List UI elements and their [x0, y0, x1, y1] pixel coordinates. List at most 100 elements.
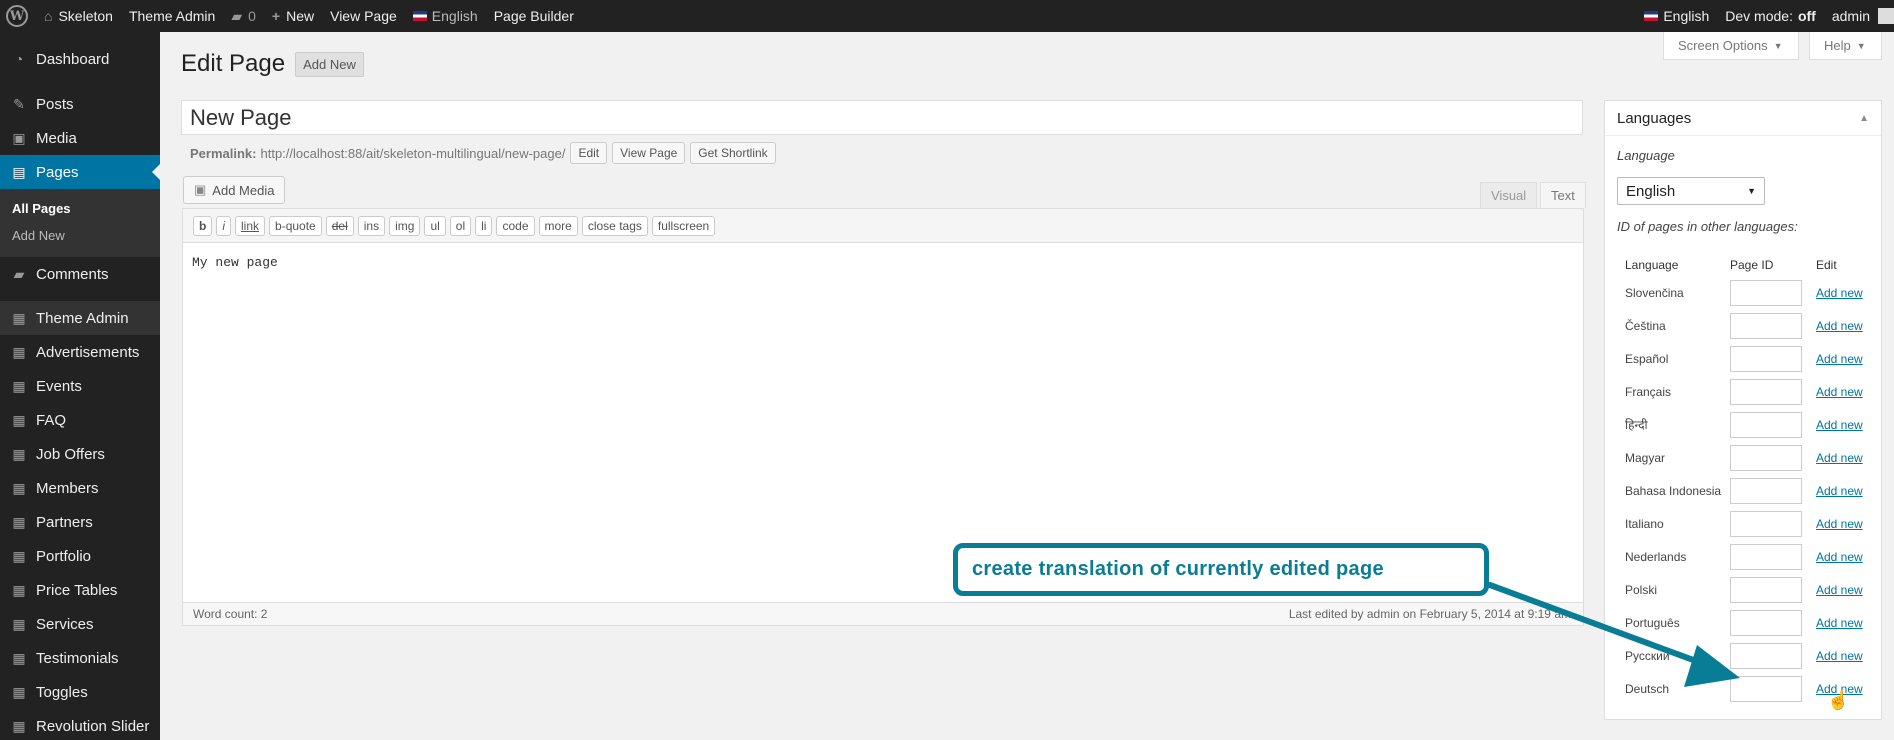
qt-ol-button[interactable]: ol	[449, 215, 472, 236]
wordpress-icon: W	[6, 5, 28, 27]
sidebar-item-posts[interactable]: ✎ Posts	[0, 87, 160, 121]
page-id-input[interactable]	[1730, 675, 1802, 702]
sidebar-item-price-tables[interactable]: ▦ Price Tables	[0, 573, 160, 607]
page-id-input[interactable]	[1730, 411, 1802, 438]
add-new-translation-link[interactable]: Add new	[1816, 583, 1863, 597]
languages-metabox-header[interactable]: Languages ▲	[1605, 101, 1881, 136]
add-new-translation-link[interactable]: Add new	[1816, 451, 1863, 465]
add-new-translation-link[interactable]: Add new	[1816, 550, 1863, 564]
add-media-label: Add Media	[212, 182, 275, 198]
page-id-input[interactable]	[1730, 477, 1802, 504]
add-new-translation-link[interactable]: Add new	[1816, 649, 1863, 663]
title-input[interactable]: New Page	[181, 100, 1583, 135]
language-label: Language	[1617, 148, 1675, 163]
sidebar-item-advertisements[interactable]: ▦ Advertisements	[0, 335, 160, 369]
job-offers-icon: ▦	[12, 445, 26, 462]
site-name-link[interactable]: ⌂ Skeleton	[36, 0, 121, 32]
row-page-id-cell	[1730, 606, 1816, 639]
help-button[interactable]: Help ▼	[1809, 32, 1882, 60]
table-row: Nederlands Add new	[1625, 540, 1871, 573]
screen-options-button[interactable]: Screen Options ▼	[1663, 32, 1799, 60]
add-media-button[interactable]: ▣ Add Media	[183, 176, 286, 204]
page-id-input[interactable]	[1730, 279, 1802, 306]
language-select[interactable]: English ▼	[1617, 177, 1765, 205]
sidebar-item-revolution-slider[interactable]: ▦ Revolution Slider	[0, 709, 160, 740]
sidebar-item-events[interactable]: ▦ Events	[0, 369, 160, 403]
page-builder-link[interactable]: Page Builder	[486, 0, 582, 32]
sidebar-item-theme-admin[interactable]: ▦ Theme Admin	[0, 301, 160, 335]
permalink-url[interactable]: http://localhost:88/ait/skeleton-multili…	[260, 146, 565, 161]
page-id-input[interactable]	[1730, 312, 1802, 339]
page-id-input[interactable]	[1730, 510, 1802, 537]
qt-img-button[interactable]: img	[389, 215, 421, 236]
sidebar-item-members[interactable]: ▦ Members	[0, 471, 160, 505]
page-id-input[interactable]	[1730, 444, 1802, 471]
row-language: Français	[1625, 384, 1672, 399]
qt-code-button[interactable]: code	[496, 215, 535, 236]
add-new-translation-link[interactable]: Add new	[1816, 418, 1863, 432]
qt-bold-button[interactable]: b	[193, 215, 213, 236]
tab-visual[interactable]: Visual	[1480, 182, 1538, 208]
wordpress-logo[interactable]: W	[0, 0, 36, 32]
page-id-input[interactable]	[1730, 543, 1802, 570]
qt-del-button[interactable]: del	[325, 215, 354, 236]
qt-li-button[interactable]: li	[475, 215, 493, 236]
sidebar-item-services[interactable]: ▦ Services	[0, 607, 160, 641]
sidebar-item-media[interactable]: ▣ Media	[0, 121, 160, 155]
tab-text[interactable]: Text	[1540, 182, 1586, 208]
theme-admin-link[interactable]: Theme Admin	[121, 0, 223, 32]
add-new-translation-link[interactable]: Add new	[1816, 286, 1863, 300]
submenu-all-pages[interactable]: All Pages	[0, 195, 160, 222]
dev-mode-toggle[interactable]: Dev mode: off	[1717, 0, 1824, 32]
sidebar-item-testimonials[interactable]: ▦ Testimonials	[0, 641, 160, 675]
qt-ul-button[interactable]: ul	[424, 215, 446, 236]
sidebar-item-toggles[interactable]: ▦ Toggles	[0, 675, 160, 709]
new-content-link[interactable]: + New	[264, 0, 322, 32]
sidebar-item-pages[interactable]: ▤ Pages	[0, 155, 160, 189]
right-language-switcher[interactable]: English	[1636, 0, 1717, 32]
sidebar-item-comments[interactable]: ▰ Comments	[0, 257, 160, 291]
sidebar-item-label: Comments	[36, 265, 109, 283]
collapse-arrow-icon[interactable]: ▲	[1859, 113, 1869, 124]
faq-icon: ▦	[12, 411, 26, 428]
sidebar-item-dashboard[interactable]: ◔ Dashboard	[0, 42, 160, 76]
page-id-input[interactable]	[1730, 642, 1802, 669]
edit-permalink-button[interactable]: Edit	[570, 142, 608, 164]
sidebar-item-label: Members	[36, 479, 99, 497]
page-id-input[interactable]	[1730, 345, 1802, 372]
sidebar-item-portfolio[interactable]: ▦ Portfolio	[0, 539, 160, 573]
qt-blockquote-button[interactable]: b-quote	[269, 215, 322, 236]
add-new-translation-link[interactable]: Add new	[1816, 484, 1863, 498]
user-account-link[interactable]: admin	[1824, 0, 1894, 32]
add-new-translation-link[interactable]: Add new	[1816, 352, 1863, 366]
page-id-input[interactable]	[1730, 378, 1802, 405]
sidebar-item-job-offers[interactable]: ▦ Job Offers	[0, 437, 160, 471]
qt-close-tags-button[interactable]: close tags	[581, 215, 648, 236]
events-icon: ▦	[12, 377, 26, 394]
view-page-button[interactable]: View Page	[612, 142, 686, 164]
sidebar-item-label: Dashboard	[36, 50, 110, 68]
qt-link-button[interactable]: link	[235, 215, 266, 236]
submenu-add-new[interactable]: Add New	[0, 222, 160, 249]
sidebar-item-partners[interactable]: ▦ Partners	[0, 505, 160, 539]
page-id-input[interactable]	[1730, 609, 1802, 636]
add-new-translation-link[interactable]: Add new	[1816, 385, 1863, 399]
comments-link[interactable]: ▰ 0	[223, 0, 264, 32]
qt-italic-button[interactable]: i	[216, 215, 232, 236]
sidebar-item-faq[interactable]: ▦ FAQ	[0, 403, 160, 437]
add-new-button[interactable]: Add New	[295, 51, 364, 77]
qt-ins-button[interactable]: ins	[357, 215, 386, 236]
qt-more-button[interactable]: more	[538, 215, 578, 236]
members-icon: ▦	[12, 479, 26, 496]
get-shortlink-button[interactable]: Get Shortlink	[690, 142, 776, 164]
page-id-input[interactable]	[1730, 576, 1802, 603]
qt-fullscreen-button[interactable]: fullscreen	[651, 215, 716, 236]
add-new-translation-link[interactable]: Add new	[1816, 319, 1863, 333]
editor-textarea[interactable]: My new page	[183, 243, 1583, 282]
screen-options-label: Screen Options	[1678, 38, 1768, 53]
language-switcher[interactable]: English	[405, 0, 486, 32]
add-new-translation-link[interactable]: Add new	[1816, 517, 1863, 531]
view-page-link[interactable]: View Page	[322, 0, 405, 32]
sidebar-item-label: FAQ	[36, 411, 67, 429]
add-new-translation-link[interactable]: Add new	[1816, 616, 1863, 630]
